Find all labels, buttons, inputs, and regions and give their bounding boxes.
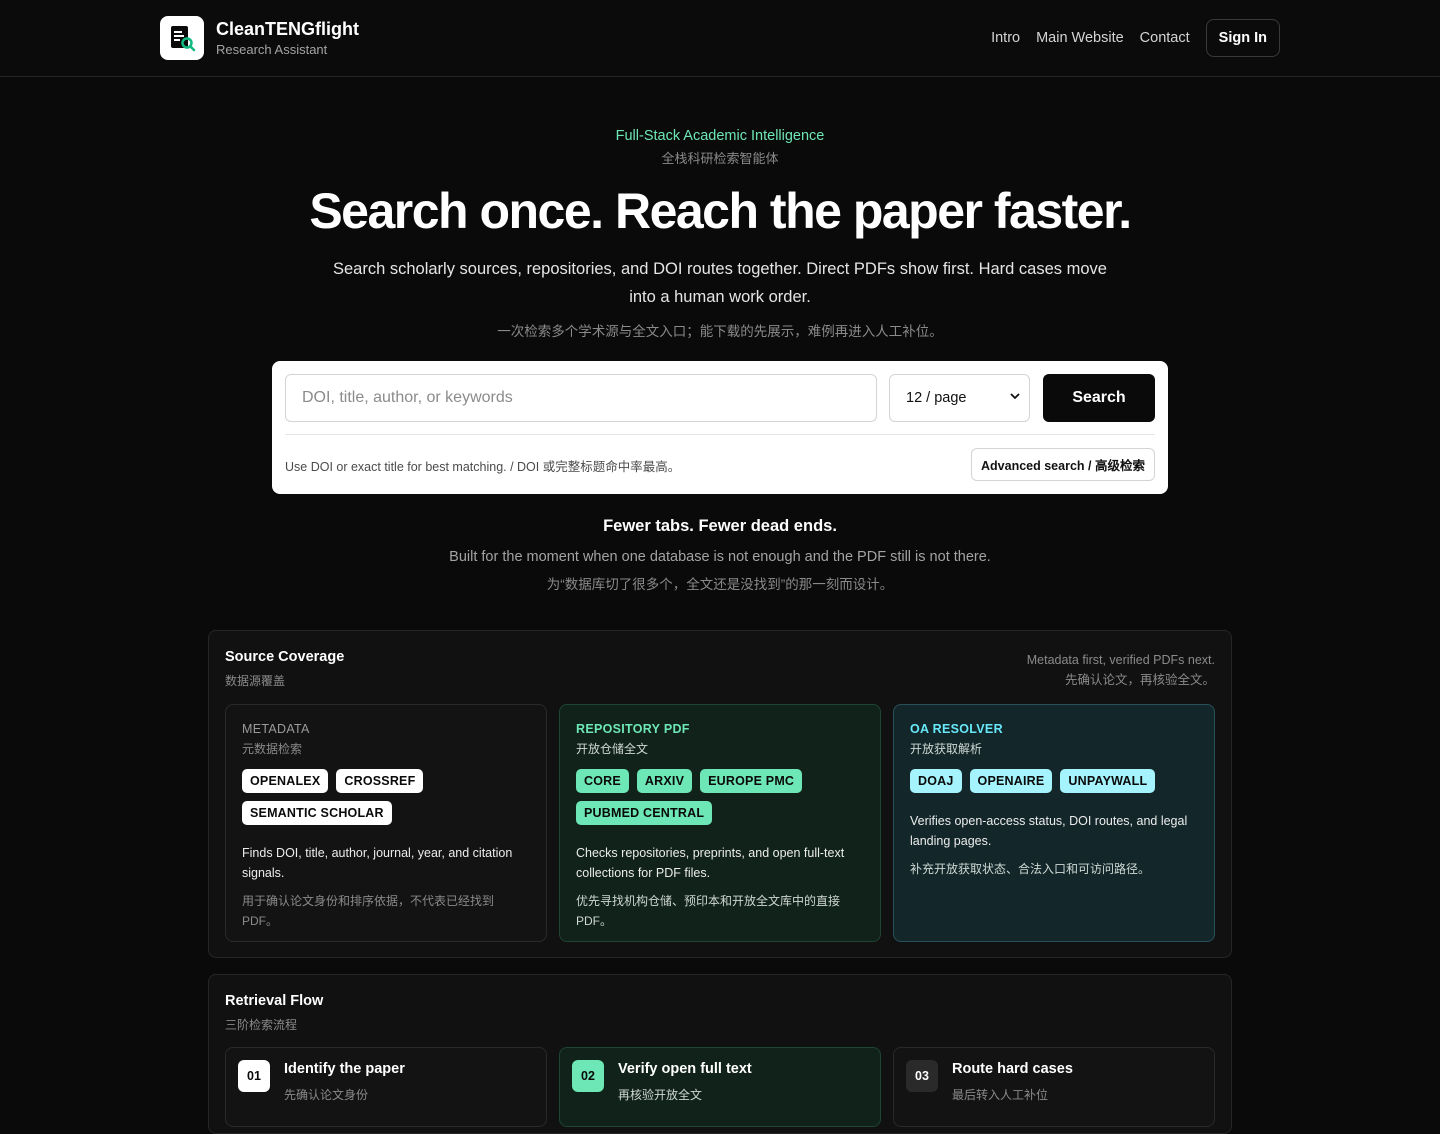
- brand[interactable]: CleanTENGflight Research Assistant: [160, 16, 359, 60]
- search-button[interactable]: Search: [1043, 374, 1155, 422]
- search-panel: 12 / page Search Use DOI or exact title …: [272, 361, 1168, 494]
- retrieval-flow-section: Retrieval Flow 三阶检索流程 01 Identify the pa…: [208, 974, 1232, 1134]
- section-subtitle: 数据源覆盖: [225, 674, 286, 688]
- repository-pdf-card: REPOSITORY PDF 开放仓储全文 CORE ARXIV EUROPE …: [559, 704, 881, 942]
- card-kicker-zh: 元数据检索: [242, 742, 303, 756]
- source-chip-core: CORE: [576, 769, 629, 793]
- step-number-badge: 03: [906, 1060, 938, 1092]
- source-chips: OPENALEX CROSSREF SEMANTIC SCHOLAR: [242, 769, 530, 833]
- per-page-select[interactable]: 12 / page: [889, 374, 1030, 422]
- source-chip-pubmed-central: PUBMED CENTRAL: [576, 801, 713, 825]
- hero-eyebrow: Full-Stack Academic Intelligence: [615, 128, 825, 144]
- card-description-zh: 用于确认论文身份和排序依据，不代表已经找到 PDF。: [242, 894, 495, 928]
- section-note-line-zh: 先确认论文，再核验全文。: [1064, 673, 1215, 687]
- panel-divider: [285, 434, 1155, 435]
- sign-in-button[interactable]: Sign In: [1205, 19, 1280, 57]
- flow-step-identify: 01 Identify the paper 先确认论文身份: [225, 1047, 547, 1127]
- flow-step-verify: 02 Verify open full text 再核验开放全文: [559, 1047, 881, 1127]
- oa-resolver-card: OA RESOLVER 开放获取解析 DOAJ OPENAIRE UNPAYWA…: [893, 704, 1215, 942]
- flow-step-route: 03 Route hard cases 最后转入人工补位: [893, 1047, 1215, 1127]
- brand-name: CleanTENGflight: [216, 18, 359, 39]
- card-description: Verifies open-access status, DOI routes,…: [910, 814, 1188, 848]
- source-chips: DOAJ OPENAIRE UNPAYWALL: [910, 769, 1198, 801]
- tagline-title: Fewer tabs. Fewer dead ends.: [603, 517, 837, 535]
- card-description: Finds DOI, title, author, journal, year,…: [242, 846, 513, 880]
- hero-description-zh: 一次检索多个学术源与全文入口；能下载的先展示，难例再进入人工补位。: [497, 324, 943, 339]
- hero-headline: Search once. Reach the paper faster.: [309, 183, 1132, 239]
- source-chip-doaj: DOAJ: [910, 769, 962, 793]
- search-input[interactable]: [285, 374, 877, 422]
- section-note-line: Metadata first, verified PDFs next.: [1026, 653, 1215, 667]
- tagline-text-zh: 为“数据库切了很多个，全文还是没找到”的那一刻而设计。: [546, 577, 894, 592]
- step-subtitle: 先确认论文身份: [284, 1088, 369, 1102]
- step-title: Verify open full text: [618, 1061, 752, 1077]
- card-description-zh: 补充开放获取状态、合法入口和可访问路径。: [910, 862, 1151, 876]
- nav-link-contact[interactable]: Contact: [1140, 19, 1190, 57]
- source-chips: CORE ARXIV EUROPE PMC PUBMED CENTRAL: [576, 769, 864, 833]
- source-chip-unpaywall: UNPAYWALL: [1060, 769, 1156, 793]
- hero-section: Full-Stack Academic Intelligence 全栈科研检索智…: [0, 77, 1440, 341]
- hero-description: Search scholarly sources, repositories, …: [333, 260, 1107, 306]
- search-hint: Use DOI or exact title for best matching…: [285, 460, 681, 474]
- step-title: Identify the paper: [284, 1061, 405, 1077]
- card-description-zh: 优先寻找机构仓储、预印本和开放全文库中的直接 PDF。: [576, 894, 841, 928]
- nav-link-main-website[interactable]: Main Website: [1036, 19, 1124, 57]
- metadata-card: METADATA 元数据检索 OPENALEX CROSSREF SEMANTI…: [225, 704, 547, 942]
- card-kicker-zh: 开放获取解析: [910, 742, 983, 756]
- tagline-section: Fewer tabs. Fewer dead ends. Built for t…: [0, 515, 1440, 595]
- step-subtitle: 最后转入人工补位: [952, 1088, 1049, 1102]
- tagline-text: Built for the moment when one database i…: [449, 549, 991, 565]
- card-kicker: METADATA: [242, 722, 310, 736]
- main-nav: Intro Main Website Contact Sign In: [991, 19, 1280, 57]
- step-subtitle: 再核验开放全文: [618, 1088, 703, 1102]
- chevron-down-icon: [1009, 390, 1021, 406]
- source-coverage-section: Source Coverage 数据源覆盖 Metadata first, ve…: [208, 630, 1232, 958]
- card-kicker-zh: 开放仓储全文: [576, 742, 649, 756]
- step-number-badge: 01: [238, 1060, 270, 1092]
- section-title: Retrieval Flow: [225, 993, 324, 1009]
- section-note: Metadata first, verified PDFs next. 先确认论…: [1027, 650, 1215, 690]
- source-chip-europe-pmc: EUROPE PMC: [700, 769, 803, 793]
- card-description: Checks repositories, preprints, and open…: [576, 846, 845, 880]
- card-kicker: REPOSITORY PDF: [576, 722, 690, 736]
- advanced-search-button[interactable]: Advanced search / 高级检索: [971, 448, 1155, 481]
- card-kicker: OA RESOLVER: [910, 722, 1003, 736]
- step-number-badge: 02: [572, 1060, 604, 1092]
- nav-link-intro[interactable]: Intro: [991, 19, 1020, 57]
- source-chip-arxiv: ARXIV: [636, 769, 693, 793]
- source-chip-openalex: OPENALEX: [242, 769, 329, 793]
- source-chip-openaire: OPENAIRE: [969, 769, 1053, 793]
- section-title: Source Coverage: [225, 649, 345, 665]
- top-bar: CleanTENGflight Research Assistant Intro…: [0, 0, 1440, 77]
- brand-subtitle: Research Assistant: [216, 41, 328, 57]
- per-page-value: 12 / page: [906, 390, 967, 406]
- hero-eyebrow-zh: 全栈科研检索智能体: [661, 151, 779, 166]
- section-subtitle: 三阶检索流程: [225, 1018, 298, 1032]
- document-search-icon: [160, 16, 204, 60]
- source-chip-crossref: CROSSREF: [336, 769, 424, 793]
- step-title: Route hard cases: [952, 1061, 1073, 1077]
- source-chip-semantic-scholar: SEMANTIC SCHOLAR: [242, 801, 392, 825]
